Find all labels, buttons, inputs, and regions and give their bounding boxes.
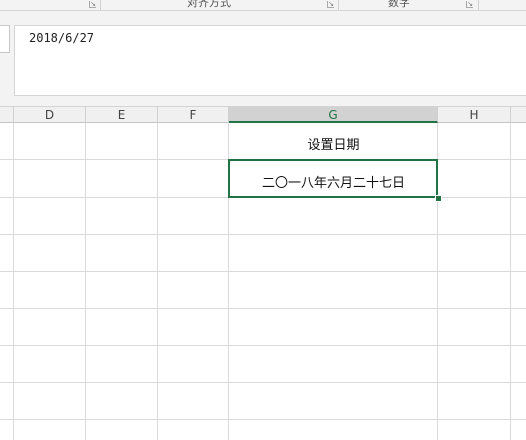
gridline [0, 234, 526, 235]
group-separator [478, 0, 479, 10]
column-header-f[interactable]: F [158, 107, 229, 123]
name-box[interactable] [0, 25, 10, 53]
gridline [13, 123, 14, 440]
formula-bar-area: 2018/6/27 [0, 11, 526, 106]
formula-input[interactable]: 2018/6/27 [14, 25, 526, 96]
font-dialog-launcher-icon[interactable]: ↘ [89, 1, 96, 8]
gridline [85, 123, 86, 440]
gridline [0, 308, 526, 309]
ribbon-group-labels: ↘ 对齐方式 ↘ 数字 ↘ [0, 0, 526, 11]
gridline [157, 123, 158, 440]
number-group-label: 数字 [388, 0, 410, 9]
spreadsheet-grid[interactable]: 设置日期 二〇一八年六月二十七日 [0, 123, 526, 440]
group-separator [100, 0, 101, 10]
gridline [0, 345, 526, 346]
alignment-group-label: 对齐方式 [187, 0, 231, 9]
column-header-d[interactable]: D [14, 107, 86, 123]
column-header-h[interactable]: H [438, 107, 511, 123]
column-header-c[interactable] [0, 107, 14, 123]
column-header-i[interactable] [511, 107, 526, 123]
gridline [0, 419, 526, 420]
gridline [510, 123, 511, 440]
cell-g1[interactable]: 设置日期 [229, 134, 438, 153]
gridline [0, 271, 526, 272]
column-header-e[interactable]: E [86, 107, 158, 123]
group-separator [338, 0, 339, 10]
fill-handle[interactable] [435, 195, 442, 202]
gridline [0, 382, 526, 383]
number-dialog-launcher-icon[interactable]: ↘ [466, 1, 473, 8]
column-header-g[interactable]: G [229, 107, 438, 123]
column-header-row: D E F G H [0, 106, 526, 123]
active-cell-border [228, 159, 438, 198]
alignment-dialog-launcher-icon[interactable]: ↘ [327, 1, 334, 8]
